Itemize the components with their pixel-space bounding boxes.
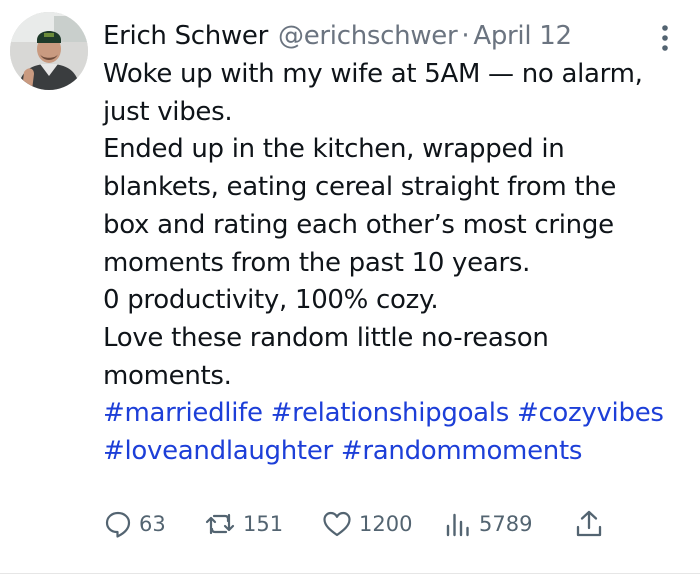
post-line: box and rating each other’s most cringe (103, 209, 614, 240)
profile-photo (10, 12, 88, 90)
like-button[interactable]: 1200 (321, 504, 412, 544)
author-handle[interactable]: @erichschwer (278, 21, 458, 51)
author-name[interactable]: Erich Schwer (103, 21, 268, 51)
post-line: blankets, eating cereal straight from th… (103, 172, 617, 203)
post-line: moments from the past 10 years. (103, 247, 531, 278)
action-bar: 63 151 1200 5789 (103, 504, 683, 544)
post-line: Love these random little no-reason (103, 322, 549, 353)
post-date[interactable]: April 12 (473, 21, 572, 51)
hashtag-link[interactable]: #relationshipgoals (271, 398, 510, 428)
views-button[interactable]: 5789 (443, 504, 532, 544)
post-line: just vibes. (103, 96, 233, 127)
views-count: 5789 (479, 512, 533, 536)
more-vertical-icon (662, 25, 668, 51)
heart-icon (323, 511, 351, 537)
post-line: Ended up in the kitchen, wrapped in (103, 134, 565, 165)
reply-count: 63 (139, 512, 166, 536)
tweet: Erich Schwer @erichschwer · April 12 Wok… (0, 0, 700, 574)
tweet-header: Erich Schwer @erichschwer · April 12 (103, 14, 572, 58)
hashtag-link[interactable]: #loveandlaughter (103, 436, 333, 466)
repost-button[interactable]: 151 (203, 504, 283, 544)
reply-button[interactable]: 63 (103, 504, 166, 544)
avatar[interactable] (10, 12, 88, 90)
hashtag-line: #loveandlaughter #randommoments (103, 433, 693, 471)
post-line: Woke up with my wife at 5AM — no alarm, (103, 59, 643, 89)
share-icon (576, 510, 602, 537)
more-button[interactable] (650, 18, 680, 58)
hashtag-line: #marriedlife #relationshipgoals #cozyvib… (103, 395, 693, 433)
views-chart-icon (446, 513, 469, 537)
share-button[interactable] (573, 504, 605, 544)
hashtag-link[interactable]: #randommoments (341, 436, 583, 466)
like-count: 1200 (359, 512, 413, 536)
post-line: moments. (103, 360, 232, 391)
post-text: Woke up with my wife at 5AM — no alarm, … (103, 56, 693, 471)
separator-dot: · (461, 21, 470, 51)
post-line: 0 productivity, 100% cozy. (103, 285, 439, 316)
hashtag-link[interactable]: #cozyvibes (517, 398, 664, 428)
repost-icon (205, 513, 235, 535)
reply-icon (105, 511, 131, 538)
hashtag-link[interactable]: #marriedlife (103, 398, 263, 428)
repost-count: 151 (243, 512, 284, 536)
